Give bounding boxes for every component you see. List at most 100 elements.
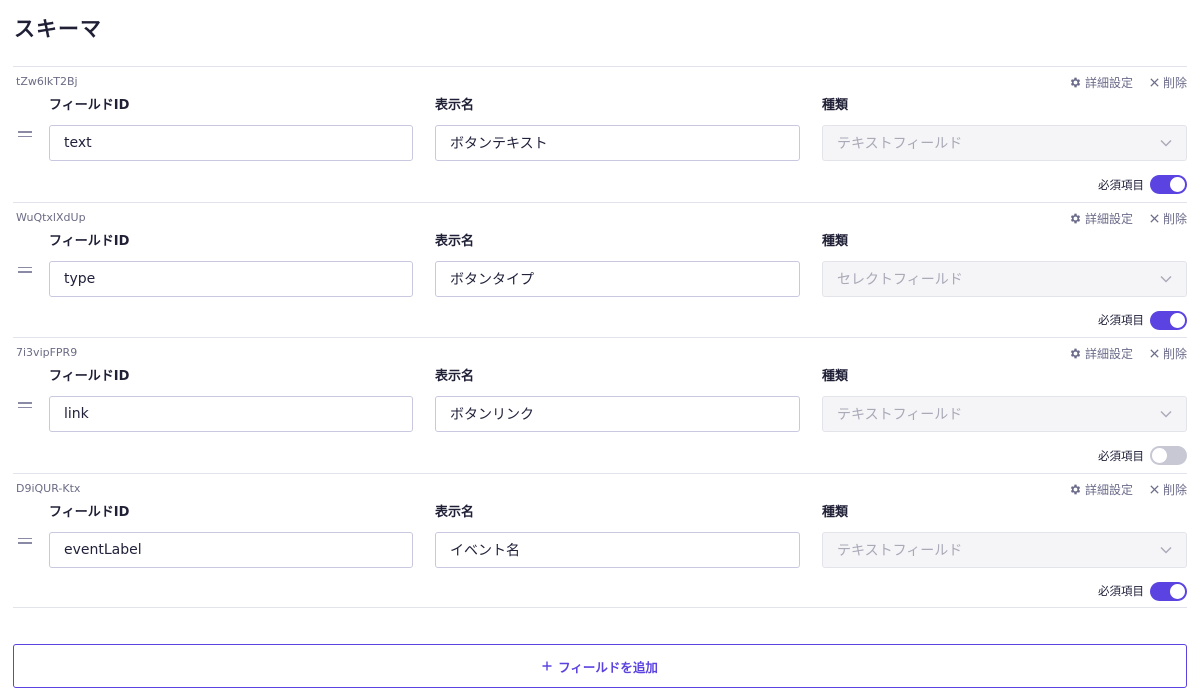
- type-select[interactable]: テキストフィールド: [822, 531, 1187, 568]
- advanced-settings-label: 詳細設定: [1084, 482, 1133, 497]
- display-name-input[interactable]: ボタンテキスト: [435, 125, 800, 161]
- chevron-down-icon: [1160, 411, 1172, 418]
- field-id-input[interactable]: type: [49, 260, 413, 297]
- required-toggle[interactable]: [1150, 581, 1187, 601]
- gear-icon: [1070, 348, 1081, 359]
- delete-button[interactable]: 削除: [1149, 481, 1187, 498]
- type-label: 種類: [822, 504, 849, 520]
- field-id-label: フィールドID: [49, 98, 130, 113]
- display-name-column: 表示名 ボタンタイプ: [435, 233, 800, 297]
- advanced-settings-label: 詳細設定: [1084, 76, 1133, 90]
- row-actions: 詳細設定 削除: [1069, 210, 1187, 227]
- row-actions: 詳細設定 削除: [1069, 481, 1187, 498]
- required-toggle[interactable]: [1150, 310, 1187, 330]
- field-key: WuQtxlXdUp: [16, 210, 86, 224]
- field-id-label: フィールドID: [49, 504, 130, 520]
- display-name-column: 表示名 ボタンテキスト: [435, 97, 800, 161]
- type-select-value: テキストフィールド: [837, 542, 963, 559]
- required-setting: 必須項目: [1098, 310, 1187, 330]
- required-label: 必須項目: [1098, 584, 1144, 598]
- type-label: 種類: [822, 233, 849, 249]
- field-id-input[interactable]: link: [49, 396, 413, 432]
- gear-icon: [1070, 213, 1081, 223]
- delete-label: 削除: [1162, 347, 1187, 361]
- display-name-input[interactable]: イベント名: [435, 531, 800, 568]
- add-field-label: フィールドを追加: [558, 659, 658, 675]
- type-column: 種類 セレクトフィールド: [822, 233, 1187, 297]
- gear-icon: [1070, 77, 1081, 88]
- field-id-input[interactable]: text: [49, 125, 413, 161]
- type-select[interactable]: テキストフィールド: [822, 125, 1187, 161]
- field-row: 7i3vipFPR9 詳細設定 削除 フィールドID link 表示名 ボタンリ…: [13, 337, 1187, 473]
- field-key: 7i3vipFPR9: [16, 346, 78, 359]
- advanced-settings-button[interactable]: 詳細設定: [1069, 210, 1133, 227]
- advanced-settings-button[interactable]: 詳細設定: [1069, 74, 1133, 91]
- type-select-value: テキストフィールド: [837, 407, 963, 423]
- row-actions: 詳細設定 削除: [1069, 345, 1187, 362]
- advanced-settings-button[interactable]: 詳細設定: [1069, 345, 1133, 362]
- required-setting: 必須項目: [1098, 581, 1187, 601]
- type-select-value: テキストフィールド: [837, 136, 963, 152]
- field-key: D9iQUR-Ktx: [16, 481, 81, 495]
- delete-button[interactable]: 削除: [1149, 210, 1187, 227]
- advanced-settings-button[interactable]: 詳細設定: [1069, 481, 1133, 498]
- display-name-input[interactable]: ボタンリンク: [435, 396, 800, 432]
- delete-label: 削除: [1162, 76, 1187, 90]
- drag-handle-icon[interactable]: [18, 402, 32, 410]
- drag-handle-icon[interactable]: [18, 266, 32, 275]
- required-toggle[interactable]: [1150, 175, 1187, 194]
- type-label: 種類: [822, 98, 849, 113]
- required-setting: 必須項目: [1098, 175, 1187, 194]
- drag-handle-icon[interactable]: [18, 537, 32, 546]
- type-select-value: セレクトフィールド: [837, 271, 963, 288]
- gear-icon: [1070, 484, 1081, 494]
- field-id-column: フィールドID type: [49, 233, 413, 297]
- type-column: 種類 テキストフィールド: [822, 368, 1187, 432]
- field-id-label: フィールドID: [49, 233, 130, 249]
- field-row: D9iQUR-Ktx 詳細設定 削除 フィールドID eventLabel 表示…: [13, 472, 1187, 608]
- close-icon: [1150, 78, 1159, 87]
- schema-page: スキーマ tZw6lkT2Bj 詳細設定 削除 フィールドID text 表示名…: [0, 0, 1200, 698]
- field-id-column: フィールドID eventLabel: [49, 504, 413, 568]
- chevron-down-icon: [1160, 275, 1172, 282]
- type-column: 種類 テキストフィールド: [822, 97, 1187, 161]
- type-select[interactable]: セレクトフィールド: [822, 260, 1187, 297]
- field-id-label: フィールドID: [49, 369, 130, 384]
- type-select[interactable]: テキストフィールド: [822, 396, 1187, 432]
- display-name-input[interactable]: ボタンタイプ: [435, 260, 800, 297]
- close-icon: [1150, 484, 1159, 494]
- chevron-down-icon: [1160, 546, 1172, 553]
- add-field-button[interactable]: フィールドを追加: [13, 644, 1187, 688]
- field-row: WuQtxlXdUp 詳細設定 削除 フィールドID type 表示名 ボタンタ…: [13, 201, 1187, 338]
- delete-label: 削除: [1162, 211, 1187, 226]
- close-icon: [1150, 213, 1159, 223]
- page-title: スキーマ: [14, 17, 102, 41]
- advanced-settings-label: 詳細設定: [1084, 347, 1133, 361]
- required-setting: 必須項目: [1098, 446, 1187, 465]
- field-id-column: フィールドID link: [49, 368, 413, 432]
- required-label: 必須項目: [1098, 313, 1144, 327]
- field-id-input[interactable]: eventLabel: [49, 531, 413, 568]
- type-label: 種類: [822, 369, 849, 384]
- required-toggle[interactable]: [1150, 446, 1187, 465]
- display-name-column: 表示名 イベント名: [435, 504, 800, 568]
- advanced-settings-label: 詳細設定: [1084, 211, 1133, 226]
- field-row: tZw6lkT2Bj 詳細設定 削除 フィールドID text 表示名 ボタンテ…: [13, 66, 1187, 202]
- field-key: tZw6lkT2Bj: [16, 75, 78, 88]
- field-list: tZw6lkT2Bj 詳細設定 削除 フィールドID text 表示名 ボタンテ…: [13, 66, 1187, 608]
- delete-button[interactable]: 削除: [1149, 345, 1187, 362]
- required-label: 必須項目: [1098, 448, 1144, 463]
- close-icon: [1150, 349, 1159, 358]
- field-id-column: フィールドID text: [49, 97, 413, 161]
- display-name-label: 表示名: [435, 233, 475, 249]
- chevron-down-icon: [1160, 140, 1172, 147]
- drag-handle-icon[interactable]: [18, 131, 32, 139]
- plus-icon: [542, 661, 552, 671]
- type-column: 種類 テキストフィールド: [822, 504, 1187, 568]
- delete-button[interactable]: 削除: [1149, 74, 1187, 91]
- row-actions: 詳細設定 削除: [1069, 74, 1187, 91]
- display-name-label: 表示名: [435, 504, 475, 520]
- delete-label: 削除: [1162, 482, 1187, 497]
- display-name-label: 表示名: [435, 369, 475, 384]
- display-name-label: 表示名: [435, 98, 475, 113]
